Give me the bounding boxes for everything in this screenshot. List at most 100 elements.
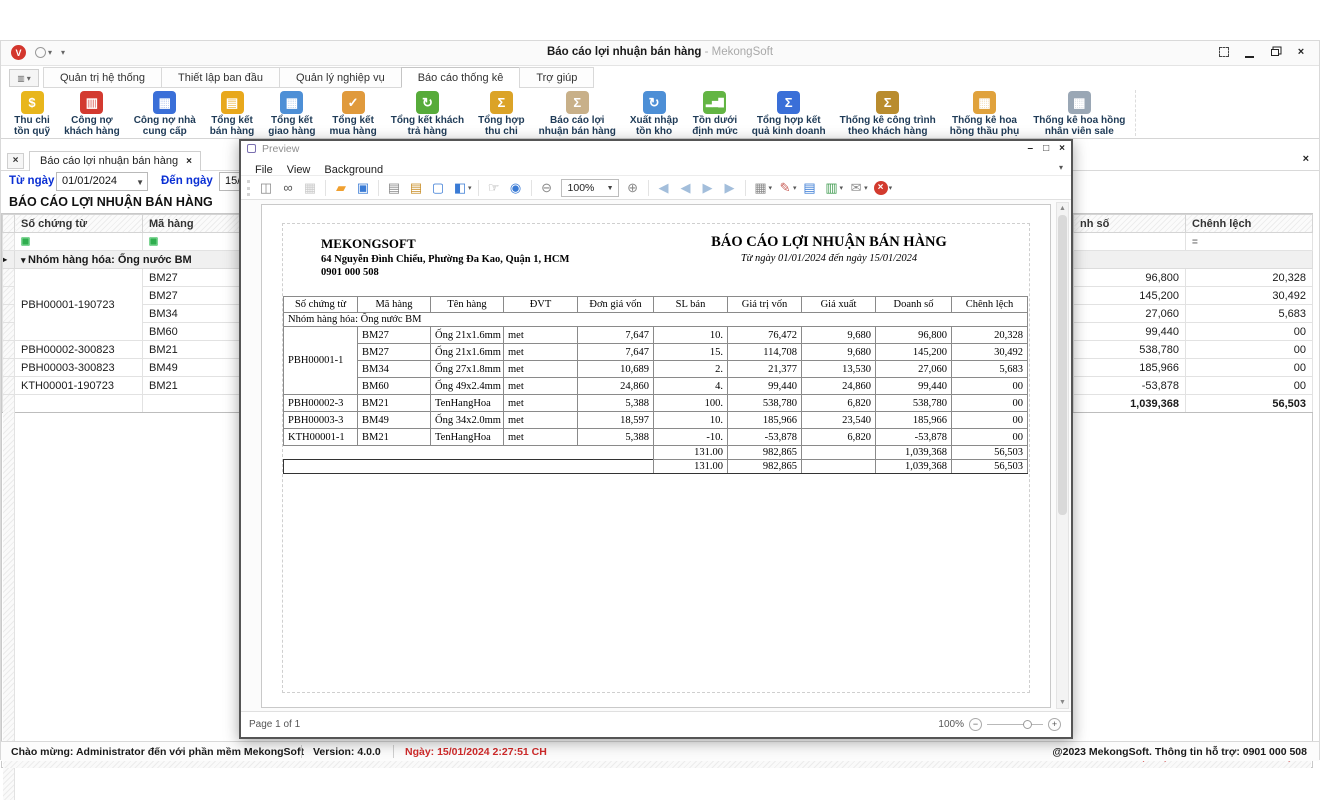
scroll-down-icon[interactable]: ▼ [1057,699,1068,706]
zoom-out-icon[interactable]: ⊖ [536,179,558,197]
diff-cell[interactable]: 00 [1186,359,1313,377]
doc-cell[interactable]: PBH00003-300823 [15,359,143,377]
next-page-icon[interactable]: ▶ [697,179,719,197]
restore-icon[interactable] [1269,46,1281,58]
find-icon[interactable]: ∞ [277,179,299,197]
column-header[interactable]: nh số [1074,215,1186,233]
ribbon-tab[interactable]: Báo cáo thống kê [401,67,521,88]
menu-item-view[interactable]: View [287,164,311,176]
supplier-debt-tool[interactable]: ▦Công nợ nhàcung cấp [127,90,203,138]
diff-cell[interactable]: 20,328 [1186,269,1313,287]
grid-row[interactable]: PBH00001-190723BM27 [3,269,240,287]
delivery-summary-tool[interactable]: ▦Tổng kếtgiao hàng [261,90,322,138]
revenue-cell[interactable]: 27,060 [1074,305,1186,323]
minimize-icon[interactable] [1243,46,1255,58]
subcontractor-commission-tool[interactable]: ▦Thống kê hoahồng thầu phụ [943,90,1026,138]
column-header[interactable]: Chênh lệch [1186,215,1313,233]
preview-minimize-icon[interactable]: – [1028,143,1034,154]
item-cell[interactable]: BM21 [143,341,240,359]
document-tab[interactable]: Báo cáo lợi nhuận bán hàng× [29,151,201,171]
grid-row[interactable]: 185,96600 [1074,359,1313,377]
zoom-combo[interactable]: 100%▼ [561,179,619,197]
zoom-out-button[interactable]: − [969,718,982,731]
grid-row[interactable]: PBH00003-300823BM49 [3,359,240,377]
export-document-icon[interactable]: ▤ [799,179,821,197]
preview-close-icon[interactable]: × [1059,143,1065,154]
menu-item-file[interactable]: File [255,164,273,176]
sales-summary-tool[interactable]: ▤Tổng kếtbán hàng [203,90,261,138]
filter-icon[interactable] [21,237,30,246]
first-page-icon[interactable]: ◀ [653,179,675,197]
quick-print-icon[interactable]: ▤ [383,179,405,197]
collapse-icon[interactable]: ▾ [21,255,28,265]
filter-icon[interactable] [149,237,158,246]
sales-commission-tool[interactable]: ▦Thống kê hoa hồngnhân viên sale [1026,90,1132,138]
diff-cell[interactable]: 00 [1186,377,1313,395]
grid-row[interactable]: 99,44000 [1074,323,1313,341]
from-date-combo[interactable]: 01/01/2024▼ [56,172,148,191]
revenue-cell[interactable]: 99,440 [1074,323,1186,341]
business-result-tool[interactable]: ΣTổng hợp kếtquả kinh doanh [745,90,833,138]
item-cell[interactable]: BM27 [143,269,240,287]
revenue-cell[interactable]: 538,780 [1074,341,1186,359]
ribbon-tab[interactable]: Thiết lập ban đầu [161,67,280,88]
grid-row[interactable]: 27,0605,683 [1074,305,1313,323]
close-icon[interactable]: × [1295,46,1307,58]
item-cell[interactable]: BM27 [143,287,240,305]
customer-debt-tool[interactable]: ▥Công nợkhách hàng [57,90,127,138]
filter-cell[interactable] [15,233,143,251]
diff-cell[interactable]: 00 [1186,323,1313,341]
diff-cell[interactable]: 00 [1186,341,1313,359]
prev-page-icon[interactable]: ◀ [675,179,697,197]
grid-row[interactable]: KTH00001-190723BM21 [3,377,240,395]
item-cell[interactable]: BM60 [143,323,240,341]
save-icon[interactable]: ▣ [352,179,374,197]
doc-cell[interactable]: KTH00001-190723 [15,377,143,395]
thumbnails-icon[interactable]: ▦ [299,179,321,197]
zoom-in-button[interactable]: + [1048,718,1061,731]
last-page-icon[interactable]: ▶ [719,179,741,197]
item-cell[interactable]: BM49 [143,359,240,377]
zoom-in-icon[interactable]: ⊕ [622,179,644,197]
diff-cell[interactable]: 5,683 [1186,305,1313,323]
doc-cell[interactable]: PBH00001-190723 [15,269,143,341]
column-header[interactable]: Mã hàng [143,215,240,233]
item-cell[interactable]: BM34 [143,305,240,323]
profit-report-tool[interactable]: ΣBáo cáo lợinhuận bán hàng [532,90,623,138]
preview-maximize-icon[interactable]: □ [1043,143,1049,154]
ribbon-tab[interactable]: Trợ giúp [519,67,594,88]
tab-close-icon[interactable]: × [186,156,192,167]
filter-cell[interactable] [1074,233,1186,251]
revenue-cell[interactable]: -53,878 [1074,377,1186,395]
ribbon-tab[interactable]: Quản lý nghiệp vụ [279,67,402,88]
diff-cell[interactable]: 30,492 [1186,287,1313,305]
filter-cell[interactable] [143,233,240,251]
preview-vertical-scrollbar[interactable]: ▲ ▼ [1056,202,1069,709]
grid-row[interactable]: 145,20030,492 [1074,287,1313,305]
revenue-cell[interactable]: 145,200 [1074,287,1186,305]
inventory-tool[interactable]: ↻Xuất nhậptồn kho [623,90,685,138]
zoom-slider[interactable] [987,724,1043,725]
open-icon[interactable]: ▰ [330,179,352,197]
grid-row[interactable]: 96,80020,328 [1074,269,1313,287]
hand-tool-icon[interactable]: ☞ [483,179,505,197]
ribbon-menu-button[interactable]: ▥▾ [9,69,39,87]
menubar-overflow-icon[interactable]: ▾ [1059,163,1063,172]
understock-tool[interactable]: ▂▅█Tồn dướiđịnh mức [685,90,745,138]
fit-window-icon[interactable] [1219,47,1229,57]
tabstrip-close-right-icon[interactable]: × [1303,153,1309,165]
scrollbar-thumb[interactable] [1058,215,1067,515]
scroll-up-icon[interactable]: ▲ [1057,205,1068,212]
purchase-summary-tool[interactable]: ✓Tổng kếtmua hàng [322,90,383,138]
print-icon[interactable]: ▤ [405,179,427,197]
returns-summary-tool[interactable]: ↻Tổng kết kháchtrả hàng [384,90,471,138]
grid-row[interactable]: -53,87800 [1074,377,1313,395]
equals-filter-icon[interactable]: = [1192,237,1198,248]
doc-cell[interactable]: PBH00002-300823 [15,341,143,359]
tabstrip-close-button[interactable]: × [7,153,24,169]
ribbon-tab[interactable]: Quản trị hệ thống [43,67,162,88]
menu-item-background[interactable]: Background [324,164,383,176]
grid-row[interactable]: PBH00002-300823BM21 [3,341,240,359]
revenue-cell[interactable]: 96,800 [1074,269,1186,287]
item-cell[interactable]: BM21 [143,377,240,395]
